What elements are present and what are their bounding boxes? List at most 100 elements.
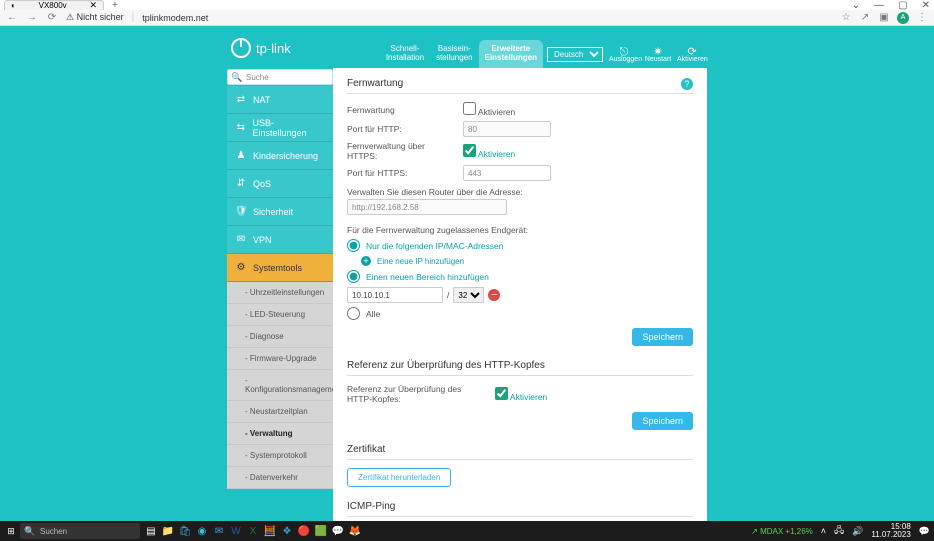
start-button[interactable]: ⊞ [4,526,18,537]
taskbar-app-firefox[interactable]: 🦊 [348,524,362,538]
taskbar-app-explorer[interactable]: 📁 [161,524,175,538]
taskbar-app-edge[interactable]: ◉ [195,524,209,538]
taskbar-app-mail[interactable]: ✉ [212,524,226,538]
language-select[interactable]: Deutsch [547,47,603,62]
nav-forward-icon[interactable]: → [26,12,38,23]
radio-only-ipmac[interactable] [347,239,360,252]
section-title-cert: Zertifikat [347,444,693,460]
tab-basic-settings[interactable]: Basisein-stellungen [430,40,478,68]
parental-icon: ♟ [235,150,247,161]
logout-button[interactable]: ⎋Ausloggen [609,48,639,64]
gear-icon: ⚙ [235,262,247,273]
subitem-syslog[interactable]: - Systemprotokoll [227,445,333,467]
section-title-referer: Referenz zur Überprüfung des HTTP-Kopfes [347,360,693,376]
nav-back-icon[interactable]: ← [6,12,18,23]
section-title-remote: Fernwartung? [347,78,693,94]
subitem-traffic[interactable]: - Datenverkehr [227,467,333,489]
download-cert-button[interactable]: Zertifikat herunterladen [347,468,451,487]
taskbar-widget-stocks[interactable]: ↗ MDAX +1,26% [751,527,813,536]
radio-only-ipmac-label: Nur die folgenden IP/MAC-Adressen [366,241,504,251]
range-separator: / [447,290,449,300]
extensions-icon[interactable]: ▣ [878,12,890,23]
range-mask-select[interactable]: 32 [453,287,484,303]
reboot-icon: ✷ [643,48,673,56]
win-restore-down-icon[interactable]: ⌄ [852,0,860,11]
taskbar-app-word[interactable]: W [229,524,243,538]
share-icon[interactable]: ↗ [859,12,871,23]
remote-activate-checkbox[interactable]: Aktivieren [463,102,515,117]
http-port-input[interactable] [463,121,551,137]
tplink-logo-icon [231,38,251,58]
subitem-led[interactable]: - LED-Steuerung [227,304,333,326]
bookmark-icon[interactable]: ☆ [840,12,852,23]
save-button-remote[interactable]: Speichern [632,328,693,346]
range-ip-input[interactable] [347,287,443,303]
link-add-ip[interactable]: Eine neue IP hinzufügen [377,257,464,266]
subitem-diagnose[interactable]: - Diagnose [227,326,333,348]
radio-all-label: Alle [366,309,380,319]
security-indicator[interactable]: ⚠ Nicht sicher [66,12,124,23]
taskbar-app-chrome[interactable]: 🔴 [297,524,311,538]
save-button-referer[interactable]: Speichern [632,412,693,430]
sidebar-item-usb[interactable]: ⇆USB-Einstellungen [227,114,333,142]
help-icon[interactable]: ? [681,78,693,90]
tab-title: VX800v [39,1,67,10]
sidebar-item-vpn[interactable]: ✉VPN [227,226,333,254]
radio-all[interactable] [347,307,360,320]
usb-icon: ⇆ [235,122,247,133]
tray-chevron-up-icon[interactable]: ˄ [821,526,826,536]
taskbar-app-excel[interactable]: X [246,524,260,538]
new-tab-button[interactable]: + [104,0,126,11]
tab-advanced-settings[interactable]: ErweiterteEinstellungen [479,40,543,68]
tray-network-icon[interactable]: 🖧 [834,523,844,539]
taskbar-clock[interactable]: 15:0811.07.2023 [871,523,910,539]
win-maximize-icon[interactable]: ▢ [898,0,907,11]
radio-add-range[interactable] [347,270,360,283]
profile-avatar[interactable]: A [897,12,909,24]
activate-button[interactable]: ⟳Aktivieren [677,48,707,64]
taskbar-app-store[interactable]: 🛍 [178,524,192,538]
url-field[interactable]: tplinkmodem.net [142,13,208,23]
taskbar-app-msg[interactable]: 💬 [331,524,345,538]
taskbar-search-input[interactable]: Suchen [20,523,140,539]
tab-quick-install[interactable]: Schnell-Installation [380,40,430,68]
add-ip-icon[interactable]: + [361,256,371,266]
subitem-firmware[interactable]: - Firmware-Upgrade [227,348,333,370]
sidebar-item-systemtools[interactable]: ⚙Systemtools [227,254,333,282]
sidebar-item-nat[interactable]: ⇄NAT [227,86,333,114]
subitem-management[interactable]: - Verwaltung [227,423,333,445]
referer-activate-checkbox[interactable]: Aktivieren [495,387,547,402]
referer-label: Referenz zur Überprüfung des HTTP-Kopfes… [347,384,487,404]
https-mgmt-label: Fernverwaltung über HTTPS: [347,141,455,161]
task-view-icon[interactable]: ▤ [144,524,158,538]
management-url-field [347,199,507,215]
taskbar-app-vscode[interactable]: ❖ [280,524,294,538]
taskbar-app-calc[interactable]: 🧮 [263,524,277,538]
browser-tab[interactable]: ◐ VX800v ✕ [4,0,104,10]
nav-reload-icon[interactable]: ⟳ [46,12,58,23]
win-minimize-icon[interactable]: — [874,0,884,11]
sidebar-item-qos[interactable]: ⇵QoS [227,170,333,198]
shield-icon: 🛡 [235,206,247,217]
menu-icon[interactable]: ⋮ [916,12,928,23]
delete-range-icon[interactable]: – [488,289,500,301]
https-activate-checkbox[interactable]: Aktivieren [463,144,515,159]
sidebar-item-parental[interactable]: ♟Kindersicherung [227,142,333,170]
radio-add-range-label: Einen neuen Bereich hinzufügen [366,272,489,282]
sidebar-item-security[interactable]: 🛡Sicherheit [227,198,333,226]
tray-volume-icon[interactable]: 🔊 [852,526,863,537]
allowed-devices-label: Für die Fernverwaltung zugelassenes Endg… [347,225,693,235]
https-port-input[interactable] [463,165,551,181]
reboot-button[interactable]: ✷Neustart [643,48,673,64]
subitem-reboot-schedule[interactable]: - Neustartzeitplan [227,401,333,423]
subitem-config[interactable]: - Konfigurationsmanagement [227,370,333,401]
tray-notifications-icon[interactable]: 💬 [919,526,930,537]
sidebar-search-input[interactable]: Suche [227,69,333,85]
http-port-label: Port für HTTP: [347,124,455,134]
taskbar-app-term[interactable]: 🟩 [314,524,328,538]
subitem-time[interactable]: - Uhrzeitleinstellungen [227,282,333,304]
win-close-icon[interactable]: ✕ [922,0,930,11]
tab-close-icon[interactable]: ✕ [89,0,97,11]
nat-icon: ⇄ [235,94,247,105]
remote-label: Fernwartung [347,105,455,115]
